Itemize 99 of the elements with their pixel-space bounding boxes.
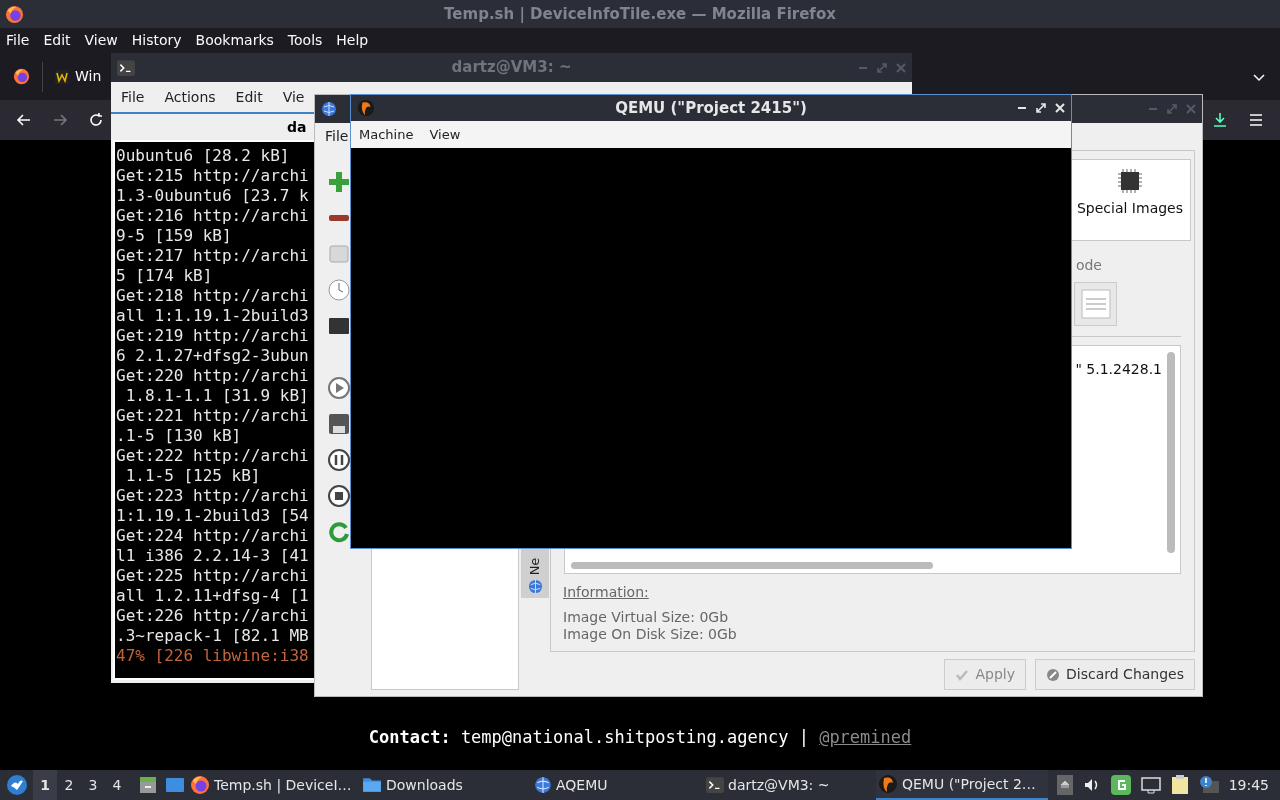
- menu-item[interactable]: File: [325, 125, 349, 147]
- menu-item[interactable]: Actions: [164, 86, 216, 108]
- workspace-button[interactable]: 1: [33, 770, 57, 800]
- clipboard-icon[interactable]: [1170, 775, 1189, 795]
- cancel-icon: [1046, 667, 1060, 682]
- taskbar-button[interactable]: AQEMU: [532, 770, 704, 800]
- file-cabinet-icon[interactable]: [138, 775, 158, 795]
- taskbar-button[interactable]: Temp.sh | DeviceI…: [188, 770, 360, 800]
- window-title: dartz@VM3: ~: [450, 57, 573, 79]
- contact-link[interactable]: @premined: [819, 726, 912, 747]
- qemu-icon: [878, 774, 898, 794]
- back-icon[interactable]: [16, 112, 32, 128]
- chip-icon: [1117, 168, 1143, 194]
- terminal-line: Get:218 http://archi: [116, 286, 309, 306]
- list-item[interactable]: " 5.1.2428.1: [1075, 358, 1162, 380]
- taskbar-button[interactable]: QEMU ("Project 2…: [876, 770, 1048, 800]
- firefox-icon: [5, 4, 24, 24]
- pause-icon[interactable]: [327, 448, 351, 472]
- list-icon: [1080, 288, 1111, 319]
- terminal-line: Get:216 http://archi: [116, 206, 309, 226]
- menu-item[interactable]: Help: [336, 30, 369, 51]
- mode-label: ode: [1075, 255, 1102, 275]
- globe-icon: [527, 579, 543, 594]
- menu-item[interactable]: Vie: [282, 86, 305, 108]
- discard-button[interactable]: Discard Changes: [1035, 659, 1195, 690]
- globe-icon: [534, 776, 552, 794]
- taskbar-button[interactable]: Downloads: [360, 770, 532, 800]
- menu-item[interactable]: File: [6, 30, 30, 51]
- terminal-line: Get:219 http://archi: [116, 326, 309, 346]
- info-heading: Information:: [563, 583, 649, 602]
- folder-icon: [362, 775, 382, 795]
- terminal-tab[interactable]: da: [287, 116, 307, 138]
- terminal-line: 1.8.1-1.1 [31.9 kB]: [124, 386, 309, 406]
- forward-icon[interactable]: [52, 112, 68, 128]
- terminal-line: Get:222 http://archi: [116, 446, 309, 466]
- play-icon[interactable]: [327, 376, 351, 400]
- terminal-line: Get:225 http://archi: [116, 566, 309, 586]
- menu-item[interactable]: View: [429, 124, 461, 145]
- menu-item[interactable]: View: [84, 30, 118, 51]
- window-title: Temp.sh | DeviceInfoTile.exe — Mozilla Firefox: [443, 3, 837, 25]
- clock-icon[interactable]: [327, 278, 351, 302]
- plus-icon[interactable]: [327, 170, 351, 194]
- menu-item[interactable]: Tools: [287, 30, 323, 51]
- save-icon[interactable]: [327, 412, 351, 436]
- start-menu-icon[interactable]: [6, 774, 28, 796]
- app-tray-icon[interactable]: [1110, 775, 1131, 795]
- qemu-icon: [357, 99, 375, 117]
- download-icon[interactable]: [1212, 112, 1228, 128]
- special-images-card[interactable]: Special Images: [1069, 159, 1191, 241]
- terminal-line: 0ubuntu6 [28.2 kB]: [116, 146, 290, 166]
- terminal-line: all 1.2.11+dfsg-4 [1: [116, 586, 309, 606]
- terminal-line: all 1:1.19.1-2build3: [116, 306, 309, 326]
- globe-icon: [321, 100, 337, 117]
- terminal-line: 47% [226 libwine:i38: [116, 646, 309, 666]
- scrollbar-thumb[interactable]: [1167, 351, 1175, 553]
- terminal-line: 1:1.19.1-2build3 [54: [116, 506, 309, 526]
- menu-item[interactable]: History: [131, 30, 182, 51]
- terminal-line: l1 i386 2.2.14-3 [41: [116, 546, 309, 566]
- terminal-line: Get:224 http://archi: [116, 526, 309, 546]
- menu-item[interactable]: Bookmarks: [195, 30, 274, 51]
- terminal-line: Get:223 http://archi: [116, 486, 309, 506]
- firefox-icon: [190, 775, 210, 795]
- terminal-line: 5 [174 kB]: [116, 266, 213, 286]
- menu-item[interactable]: Edit: [43, 30, 71, 51]
- terminal-line: Get:220 http://archi: [116, 366, 309, 386]
- menu-item[interactable]: File: [121, 86, 145, 108]
- terminal-line: 6 2.1.27+dfsg2-3ubun: [116, 346, 309, 366]
- terminal-line: Get:217 http://archi: [116, 246, 309, 266]
- terminal-line: Get:215 http://archi: [116, 166, 309, 186]
- reload-icon[interactable]: [88, 112, 104, 128]
- browser-tab[interactable]: Win: [43, 66, 102, 87]
- terminal-line: 1.1-5 [125 kB]: [124, 466, 261, 486]
- eject-icon[interactable]: [1056, 775, 1073, 795]
- terminal-line: Get:226 http://archi: [116, 606, 309, 626]
- info-text: Image Virtual Size: 0Gb: [563, 609, 729, 626]
- window-title: QEMU ("Project 2415"): [614, 97, 808, 119]
- terminal-line: .1-5 [130 kB]: [116, 426, 242, 446]
- menu-item[interactable]: Machine: [359, 124, 414, 145]
- terminal-line: .3~repack-1 [82.1 MB: [116, 626, 309, 646]
- menu-item[interactable]: Edit: [235, 86, 263, 108]
- workspace-button[interactable]: 2: [57, 770, 81, 800]
- workspace-button[interactable]: 4: [105, 770, 129, 800]
- firefox-icon: [12, 68, 30, 85]
- site-icon: [55, 69, 69, 84]
- network-icon[interactable]: [1140, 776, 1161, 794]
- info-text: Image On Disk Size: 0Gb: [563, 626, 737, 643]
- clock: 19:45: [1228, 775, 1269, 795]
- terminal-line: 1.3-0ubuntu6 [23.7 k: [116, 186, 309, 206]
- menu-icon[interactable]: [1248, 112, 1264, 128]
- notification-icon[interactable]: [1198, 775, 1219, 795]
- desktop-icon[interactable]: [165, 775, 185, 795]
- contact-line: Contact: temp@national.shitposting.agency | @premined: [368, 725, 912, 749]
- scrollbar-thumb[interactable]: [571, 561, 933, 569]
- stop-icon[interactable]: [327, 484, 351, 508]
- workspace-button[interactable]: 3: [81, 770, 105, 800]
- terminal-line: 9-5 [159 kB]: [116, 226, 232, 246]
- side-tab[interactable]: Ne: [521, 548, 549, 598]
- taskbar-button[interactable]: dartz@VM3: ~: [704, 770, 876, 800]
- terminal-line: Get:221 http://archi: [116, 406, 309, 426]
